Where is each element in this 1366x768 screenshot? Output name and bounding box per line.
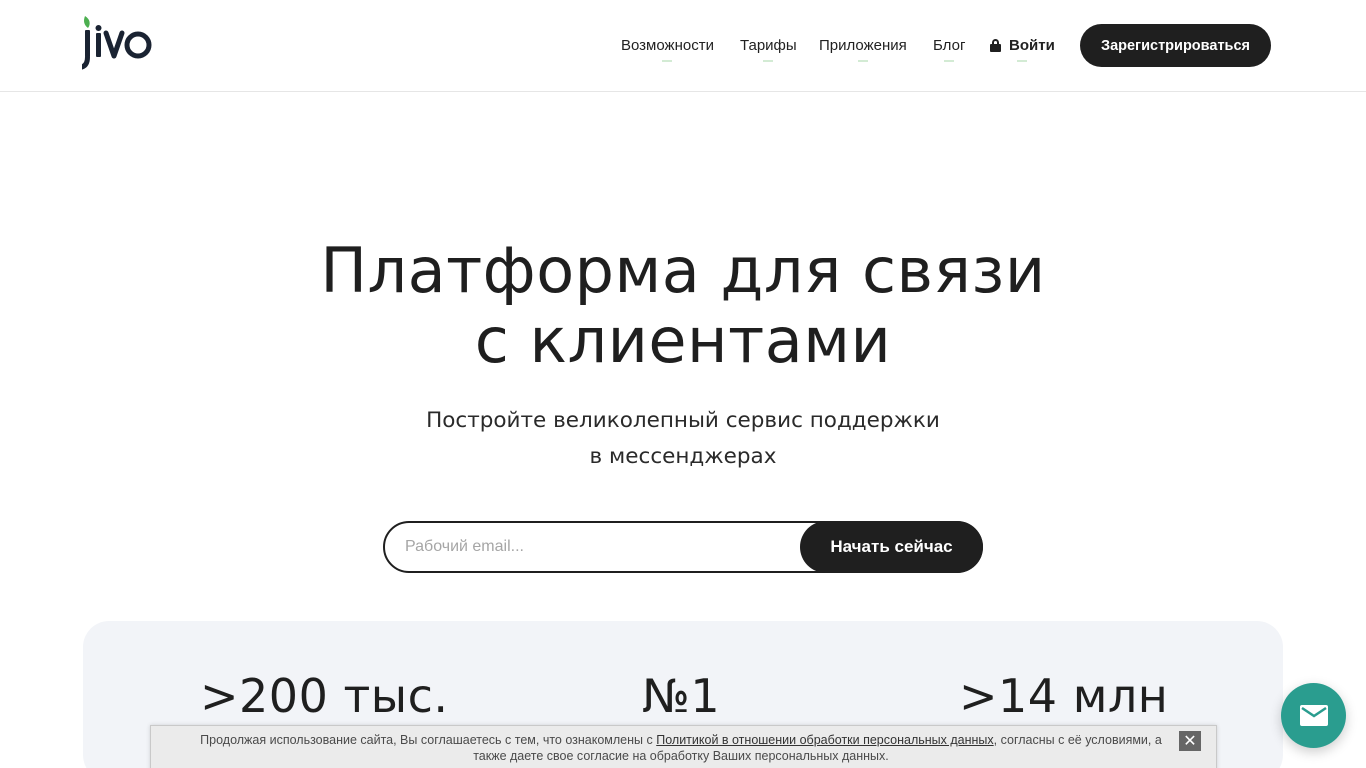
lock-icon bbox=[990, 39, 1001, 52]
login-label: Войти bbox=[1009, 37, 1055, 54]
mail-icon bbox=[1300, 705, 1328, 726]
hero-subtitle: Постройте великолепный сервис поддержки … bbox=[0, 403, 1366, 475]
hero-title: Платформа для связи с клиентами bbox=[0, 236, 1366, 376]
hero-title-line1: Платформа для связи bbox=[320, 234, 1046, 307]
site-header: Возможности Тарифы Приложения Блог Войти… bbox=[0, 0, 1366, 92]
stat-messages: >14 млн bbox=[959, 669, 1169, 723]
hero-title-line2: с клиентами bbox=[474, 304, 892, 377]
email-input[interactable] bbox=[405, 523, 795, 571]
signup-form: Начать сейчас bbox=[383, 521, 983, 573]
jivo-logo[interactable] bbox=[82, 16, 162, 70]
start-now-button[interactable]: Начать сейчас bbox=[800, 521, 983, 573]
chat-widget-button[interactable] bbox=[1281, 683, 1346, 748]
nav-features[interactable]: Возможности bbox=[621, 37, 714, 62]
hero-subtitle-line2: в мессенджерах bbox=[589, 444, 777, 469]
privacy-policy-link[interactable]: Политикой в отношении обработки персонал… bbox=[656, 733, 993, 747]
hero-subtitle-line1: Постройте великолепный сервис поддержки bbox=[426, 408, 940, 433]
register-button[interactable]: Зарегистрироваться bbox=[1080, 24, 1271, 67]
nav-apps[interactable]: Приложения bbox=[819, 37, 907, 62]
stat-rank: №1 bbox=[642, 669, 721, 723]
cookie-text: Продолжая использование сайта, Вы соглаш… bbox=[191, 732, 1171, 764]
cookie-banner: Продолжая использование сайта, Вы соглаш… bbox=[150, 725, 1217, 768]
stat-clients: >200 тыс. bbox=[200, 669, 449, 723]
nav-pricing[interactable]: Тарифы bbox=[740, 37, 797, 62]
jivo-logo-icon bbox=[82, 16, 152, 70]
login-link[interactable]: Войти bbox=[990, 37, 1055, 62]
cookie-text-before: Продолжая использование сайта, Вы соглаш… bbox=[200, 733, 657, 747]
nav-blog[interactable]: Блог bbox=[933, 37, 965, 62]
cookie-close-button[interactable]: ✕ bbox=[1179, 731, 1201, 751]
